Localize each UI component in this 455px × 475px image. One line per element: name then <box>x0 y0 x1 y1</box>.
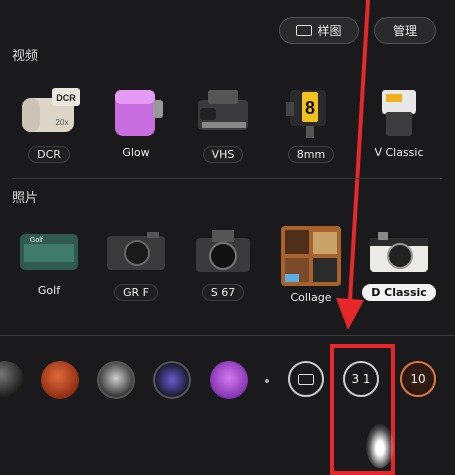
camera-d-classic[interactable]: D Classic <box>358 226 440 301</box>
lens-filter-violet[interactable] <box>153 361 191 399</box>
camera-glow[interactable]: Glow <box>95 84 177 160</box>
dcr-badge: DCR <box>56 93 76 103</box>
camera-v-classic[interactable]: V Classic <box>358 84 440 160</box>
camera-label-d-classic: D Classic <box>362 284 436 301</box>
section-divider <box>12 178 442 179</box>
golf-camera-icon: Golf <box>20 234 78 270</box>
separator-dot <box>265 379 269 383</box>
d-classic-camera-icon <box>370 232 428 272</box>
photo-section-title: 照片 <box>12 191 39 206</box>
camera-gr-f[interactable]: GR F <box>95 226 177 301</box>
s67-camera-icon <box>196 230 250 272</box>
camera-label-dcr: DCR <box>28 146 70 163</box>
camera-vhs[interactable]: VHS <box>182 84 264 163</box>
camera-label-8mm: 8mm <box>287 146 335 163</box>
8mm-badge: 8 <box>305 98 315 118</box>
camera-label-gr-f: GR F <box>114 284 158 301</box>
collage-photo-icon <box>281 226 341 286</box>
gr-f-camera-icon <box>107 232 165 270</box>
golf-badge: Golf <box>30 237 43 244</box>
vhs-camera-icon <box>198 90 248 130</box>
dcr-camera-icon: DCR 20x <box>22 88 80 132</box>
camera-label-s67: S 67 <box>201 284 245 301</box>
shot-count-button[interactable]: 10 <box>400 361 436 397</box>
aspect-ratio-button[interactable] <box>288 361 324 397</box>
camera-collage[interactable]: Collage <box>270 226 352 305</box>
camera-label-golf: Golf <box>37 284 61 297</box>
lens-filter-silver[interactable] <box>97 361 135 399</box>
camera-label-collage: Collage <box>290 291 332 304</box>
camera-golf[interactable]: Golf Golf <box>8 226 90 298</box>
camera-8mm[interactable]: 8 8mm <box>270 84 352 163</box>
camera-label-glow: Glow <box>122 146 150 159</box>
camera-dcr[interactable]: DCR 20x DCR <box>8 84 90 163</box>
glow-camera-icon <box>115 90 163 136</box>
bottom-divider <box>0 335 455 336</box>
aspect-ratio-icon <box>298 373 314 385</box>
camera-label-vhs: VHS <box>202 146 244 163</box>
v-classic-camera-icon <box>382 90 416 136</box>
video-section-title: 视频 <box>12 49 39 64</box>
glow-indicator <box>366 424 394 468</box>
camera-s67[interactable]: S 67 <box>182 226 264 301</box>
dcr-zoom: 20x <box>56 118 69 127</box>
shot-count-label: 10 <box>410 372 426 386</box>
8mm-camera-icon: 8 <box>286 90 326 138</box>
lens-filter-red[interactable] <box>41 361 79 399</box>
camera-label-v-classic: V Classic <box>374 146 424 159</box>
lens-filter-sparkle[interactable] <box>210 361 248 399</box>
